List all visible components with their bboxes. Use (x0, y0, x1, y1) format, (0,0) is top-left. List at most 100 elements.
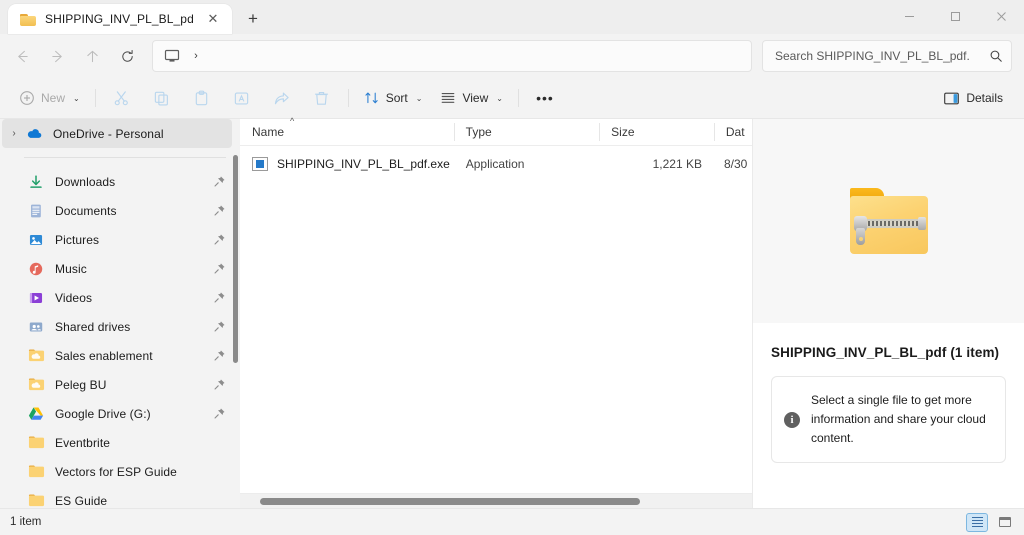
sidebar-item-google-drive-g[interactable]: Google Drive (G:) (2, 399, 232, 428)
breadcrumb[interactable]: › (152, 40, 752, 72)
details-pane-label: Details (966, 91, 1003, 105)
table-row[interactable]: SHIPPING_INV_PL_BL_pdf.exe Application 1… (240, 150, 752, 178)
sidebar-item-eventbrite[interactable]: Eventbrite (2, 428, 232, 457)
sort-button[interactable]: Sort ⌄ (355, 83, 432, 113)
pin-icon[interactable] (212, 407, 226, 421)
column-header-date[interactable]: Dat (713, 119, 752, 145)
large-icons-view-toggle[interactable] (994, 513, 1016, 532)
file-rows: SHIPPING_INV_PL_BL_pdf.exe Application 1… (240, 146, 752, 508)
sidebar-item-shared-drives[interactable]: Shared drives (2, 312, 232, 341)
back-button[interactable] (6, 41, 39, 71)
file-date-label: 8/30 (723, 157, 748, 171)
sidebar-item-downloads[interactable]: Downloads (2, 167, 232, 196)
sidebar-item-label: Google Drive (G:) (55, 406, 151, 421)
toolbar-divider-2 (347, 89, 349, 107)
search-input[interactable] (773, 48, 989, 64)
sidebar-item-label: Downloads (55, 174, 116, 189)
rename-button[interactable] (222, 83, 262, 113)
sidebar-item-label: Eventbrite (55, 435, 111, 450)
column-divider[interactable] (713, 123, 715, 141)
sidebar-item-es-guide[interactable]: ES Guide (2, 486, 232, 508)
chevron-down-icon[interactable]: ⌄ (416, 94, 423, 103)
sidebar-item-music[interactable]: Music (2, 254, 232, 283)
cell-name[interactable]: SHIPPING_INV_PL_BL_pdf.exe (240, 157, 454, 171)
new-tab-button[interactable]: + (238, 4, 268, 34)
info-text: Select a single file to get more informa… (811, 393, 986, 445)
view-button[interactable]: View ⌄ (431, 83, 512, 113)
column-header-name[interactable]: ^ Name (240, 116, 454, 145)
search-box[interactable] (762, 40, 1012, 72)
sidebar-item-documents[interactable]: Documents (2, 196, 232, 225)
tab-active[interactable]: SHIPPING_INV_PL_BL_pdf.rar ✕ (8, 4, 232, 34)
sidebar-item-vectors-for-esp-guide[interactable]: Vectors for ESP Guide (2, 457, 232, 486)
horizontal-scrollbar-track[interactable] (240, 493, 752, 508)
column-divider[interactable] (453, 123, 455, 141)
command-bar: New ⌄ Sort ⌄ View ⌄ ••• Details (0, 78, 1024, 119)
shared-drives-icon (26, 317, 46, 337)
pin-icon[interactable] (212, 262, 226, 276)
delete-button[interactable] (302, 83, 342, 113)
chevron-down-icon[interactable]: ⌄ (496, 94, 503, 103)
sidebar-item-label: OneDrive - Personal (53, 126, 164, 141)
file-name-label: SHIPPING_INV_PL_BL_pdf.exe (277, 157, 450, 171)
details-pane-button[interactable]: Details (934, 83, 1012, 113)
sidebar-item-sales-enablement[interactable]: Sales enablement (2, 341, 232, 370)
column-header-size[interactable]: Size (599, 119, 714, 145)
pin-icon[interactable] (212, 320, 226, 334)
sidebar-item-label: Documents (55, 203, 117, 218)
sidebar-scrollbar-thumb[interactable] (233, 155, 238, 363)
sidebar-item-label: Peleg BU (55, 377, 107, 392)
column-header-size-label: Size (611, 125, 635, 139)
google-drive-icon (26, 404, 46, 424)
new-button[interactable]: New ⌄ (10, 83, 89, 113)
sidebar-item-label: Music (55, 261, 87, 276)
more-options-button[interactable]: ••• (525, 83, 565, 113)
sidebar-item-peleg-bu[interactable]: Peleg BU (2, 370, 232, 399)
this-pc-icon[interactable] (159, 44, 185, 68)
sidebar-item-videos[interactable]: Videos (2, 283, 232, 312)
copy-button[interactable] (142, 83, 182, 113)
forward-button[interactable] (41, 41, 74, 71)
file-type-label: Application (465, 157, 525, 171)
details-view-toggle[interactable] (966, 512, 988, 532)
cut-button[interactable] (102, 83, 142, 113)
sidebar-item-pictures[interactable]: Pictures (2, 225, 232, 254)
new-button-label: New (41, 91, 66, 105)
folder-icon (26, 433, 46, 453)
chevron-down-icon[interactable]: ⌄ (73, 94, 80, 103)
sidebar-item-onedrive-personal[interactable]: › OneDrive - Personal (2, 119, 232, 148)
horizontal-scrollbar-thumb[interactable] (260, 498, 640, 505)
paste-button[interactable] (182, 83, 222, 113)
minimize-button[interactable] (886, 0, 932, 32)
column-header-type-label: Type (465, 125, 492, 139)
pin-icon[interactable] (212, 204, 226, 218)
toolbar-divider (94, 89, 96, 107)
pin-icon[interactable] (212, 378, 226, 392)
column-header-name-label: Name (252, 125, 285, 139)
pin-icon[interactable] (212, 349, 226, 363)
pin-icon[interactable] (212, 291, 226, 305)
music-note-icon (26, 259, 46, 279)
sidebar-item-label: Pictures (55, 232, 100, 247)
chevron-right-icon[interactable]: › (4, 122, 24, 146)
sort-ascending-icon: ^ (290, 116, 295, 126)
close-window-button[interactable] (978, 0, 1024, 32)
up-button[interactable] (76, 41, 109, 71)
search-icon[interactable] (989, 49, 1003, 63)
refresh-button[interactable] (111, 41, 144, 71)
share-button[interactable] (262, 83, 302, 113)
details-view-icon (971, 516, 983, 528)
close-tab-icon[interactable]: ✕ (202, 8, 224, 30)
navigation-list: › OneDrive - Personal Downloads Documents Pi… (0, 119, 240, 508)
tab-strip: SHIPPING_INV_PL_BL_pdf.rar ✕ + (0, 0, 268, 34)
maximize-button[interactable] (932, 0, 978, 32)
status-bar: 1 item (0, 508, 1024, 535)
column-divider[interactable] (599, 123, 601, 141)
pin-icon[interactable] (212, 175, 226, 189)
details-pane: SHIPPING_INV_PL_BL_pdf (1 item) i Select… (752, 119, 1024, 508)
documents-icon (26, 201, 46, 221)
breadcrumb-chevron-icon[interactable]: › (187, 44, 205, 68)
column-header-date-label: Dat (725, 125, 745, 139)
column-header-type[interactable]: Type (453, 119, 600, 145)
pin-icon[interactable] (212, 233, 226, 247)
